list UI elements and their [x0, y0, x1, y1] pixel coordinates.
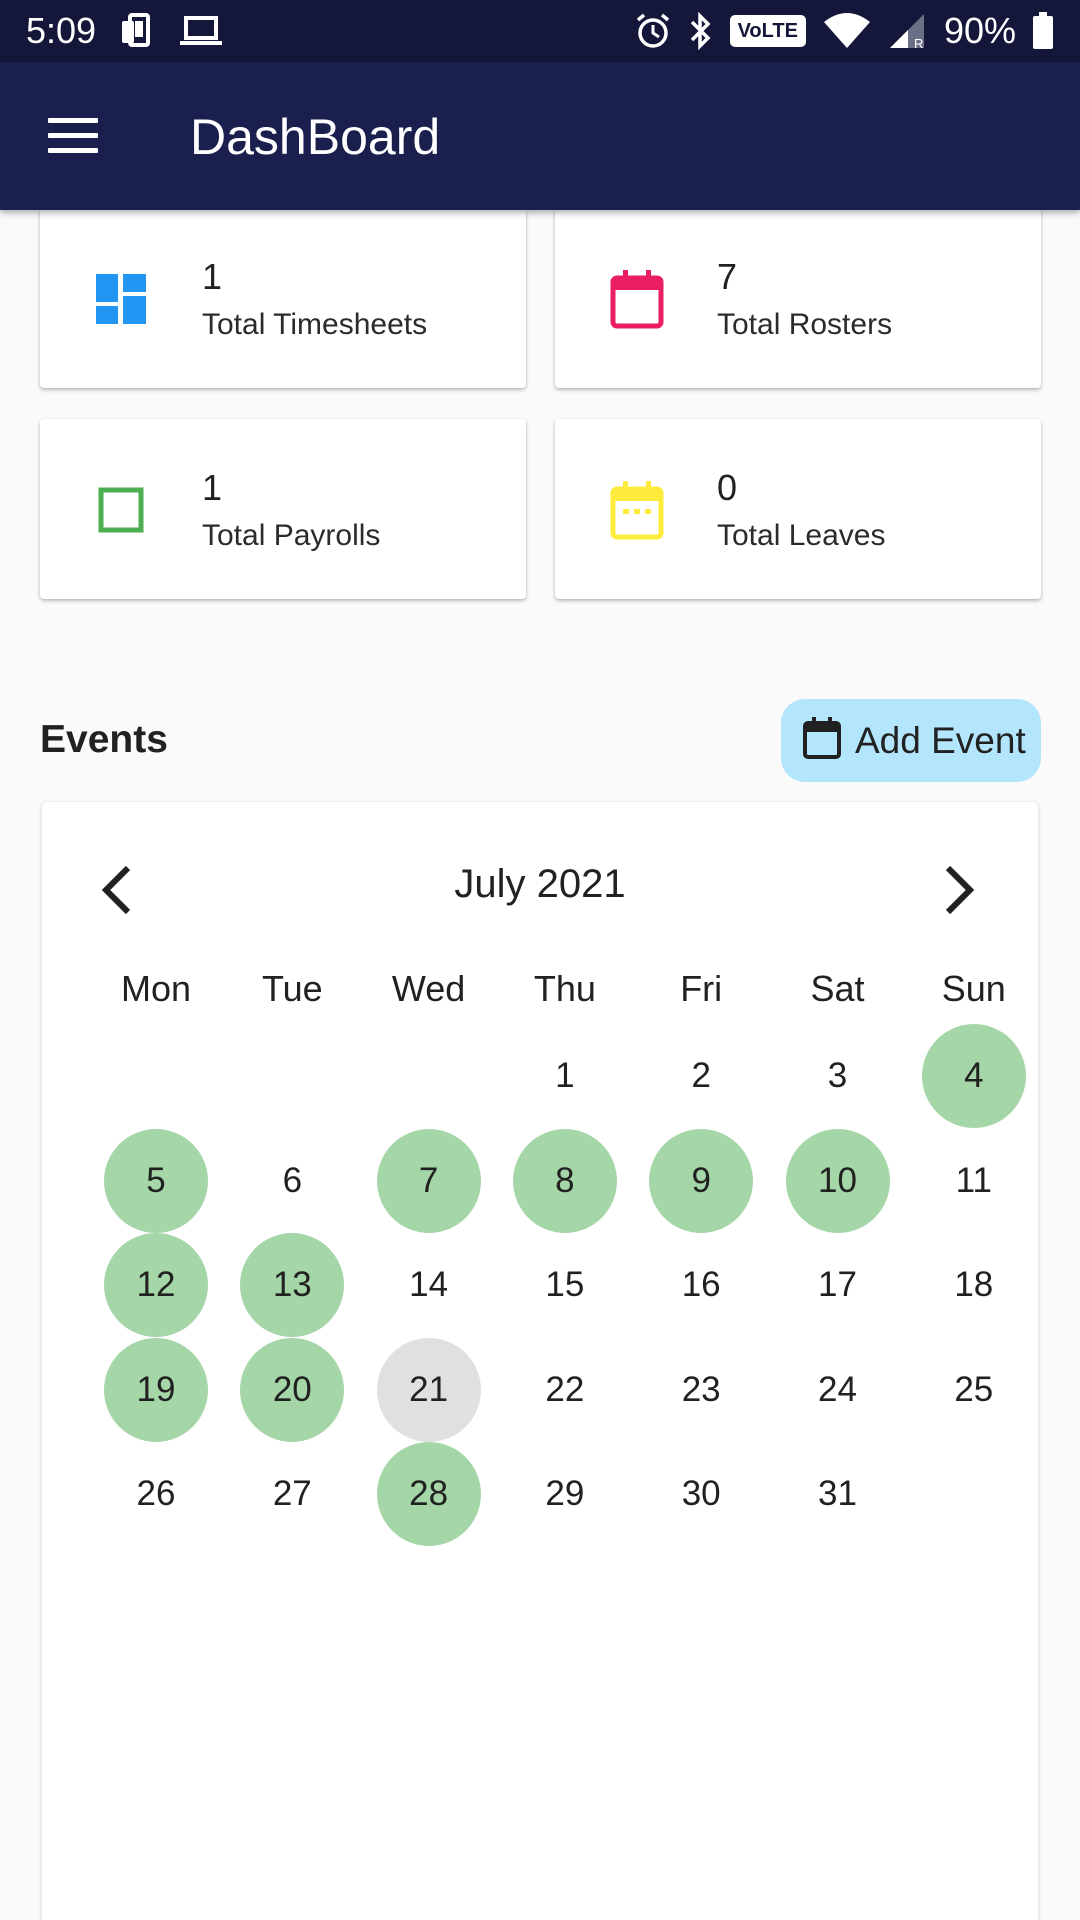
- rosters-count: 7: [717, 256, 738, 297]
- calendar-day-18[interactable]: 18: [922, 1233, 1026, 1337]
- timesheets-count: 1: [202, 256, 223, 297]
- calendar-day-29[interactable]: 29: [513, 1442, 617, 1546]
- calendar-day-2[interactable]: 2: [649, 1024, 753, 1128]
- calendar-day-25[interactable]: 25: [922, 1338, 1026, 1442]
- payrolls-card[interactable]: 1 Total Payrolls: [40, 419, 526, 599]
- calendar-dots-icon: [609, 481, 665, 546]
- alarm-icon: [634, 12, 672, 50]
- leaves-count: 0: [717, 467, 738, 508]
- calendar-day-12[interactable]: 12: [104, 1233, 208, 1337]
- calendar-day-10[interactable]: 10: [785, 1128, 890, 1233]
- events-heading: Events: [40, 718, 168, 761]
- calendar: July 2021 Mon Tue Wed Thu Fri Sat Sun 12345678…: [42, 802, 1038, 1920]
- weekday-header-tue: Tue: [261, 968, 323, 1009]
- battery-icon: [1032, 12, 1054, 50]
- phone-sync-icon: [118, 13, 158, 49]
- calendar-day-19[interactable]: 19: [104, 1337, 208, 1442]
- calendar-day-4[interactable]: 4: [921, 1024, 1026, 1128]
- calendar-day-22[interactable]: 22: [513, 1338, 617, 1442]
- weekday-header-wed: Wed: [391, 968, 466, 1009]
- rosters-label: Total Rosters: [717, 308, 893, 341]
- calendar-day-8[interactable]: 8: [512, 1128, 617, 1233]
- laptop-icon: [180, 15, 223, 47]
- square-outline-icon: [98, 487, 144, 538]
- chevron-right-icon[interactable]: [928, 860, 988, 920]
- weekday-header-sun: Sun: [941, 968, 1006, 1009]
- calendar-day-11[interactable]: 11: [922, 1129, 1026, 1233]
- calendar-day-5[interactable]: 5: [104, 1128, 208, 1233]
- page-title: DashBoard: [190, 109, 441, 165]
- add-event-label: Add Event: [855, 719, 1026, 761]
- weekday-header-sat: Sat: [810, 968, 865, 1009]
- svg-text:R: R: [914, 36, 923, 50]
- calendar-day-9[interactable]: 9: [649, 1128, 754, 1233]
- weekday-header-thu: Thu: [533, 968, 596, 1009]
- leaves-card[interactable]: 0 Total Leaves: [555, 419, 1041, 599]
- calendar-day-28[interactable]: 28: [376, 1442, 481, 1546]
- dashboard-icon: [96, 274, 146, 329]
- calendar-day-23[interactable]: 23: [649, 1338, 753, 1442]
- signal-icon: R: [888, 12, 928, 50]
- calendar-day-20[interactable]: 20: [240, 1337, 345, 1442]
- wifi-icon: [822, 12, 872, 50]
- bluetooth-icon: [688, 12, 714, 50]
- calendar-icon: [803, 717, 841, 764]
- calendar-icon: [609, 270, 665, 335]
- calendar-day-15[interactable]: 15: [513, 1233, 617, 1337]
- payrolls-count: 1: [202, 467, 223, 508]
- status-time: 5:09: [26, 10, 97, 51]
- battery-percent: 90%: [943, 10, 1016, 51]
- calendar-day-17[interactable]: 17: [786, 1233, 890, 1337]
- app-bar: DashBoard: [0, 62, 1080, 210]
- calendar-day-26[interactable]: 26: [104, 1442, 208, 1546]
- status-bar: 5:09 VoLTE R 90%: [0, 0, 1080, 62]
- calendar-day-30[interactable]: 30: [649, 1442, 753, 1546]
- calendar-day-3[interactable]: 3: [786, 1024, 890, 1128]
- calendar-day-14[interactable]: 14: [377, 1233, 481, 1337]
- calendar-day-13[interactable]: 13: [240, 1233, 345, 1337]
- payrolls-label: Total Payrolls: [202, 519, 381, 552]
- calendar-month-label: July 2021: [454, 862, 626, 906]
- weekday-header-mon: Mon: [120, 968, 192, 1009]
- calendar-day-6[interactable]: 6: [240, 1129, 344, 1233]
- volte-badge: VoLTE: [729, 15, 806, 47]
- menu-icon[interactable]: [48, 118, 98, 154]
- timesheets-card[interactable]: 1 Total Timesheets: [40, 208, 526, 388]
- calendar-day-24[interactable]: 24: [786, 1338, 890, 1442]
- calendar-day-1[interactable]: 1: [513, 1024, 617, 1128]
- weekday-header-fri: Fri: [680, 968, 723, 1009]
- timesheets-label: Total Timesheets: [202, 308, 428, 341]
- add-event-button[interactable]: Add Event: [781, 699, 1041, 782]
- calendar-day-31[interactable]: 31: [786, 1442, 890, 1546]
- calendar-day-7[interactable]: 7: [376, 1128, 481, 1233]
- leaves-label: Total Leaves: [717, 519, 886, 552]
- calendar-day-21[interactable]: 21: [376, 1337, 481, 1442]
- calendar-day-27[interactable]: 27: [240, 1442, 344, 1546]
- rosters-card[interactable]: 7 Total Rosters: [555, 208, 1041, 388]
- calendar-day-16[interactable]: 16: [649, 1233, 753, 1337]
